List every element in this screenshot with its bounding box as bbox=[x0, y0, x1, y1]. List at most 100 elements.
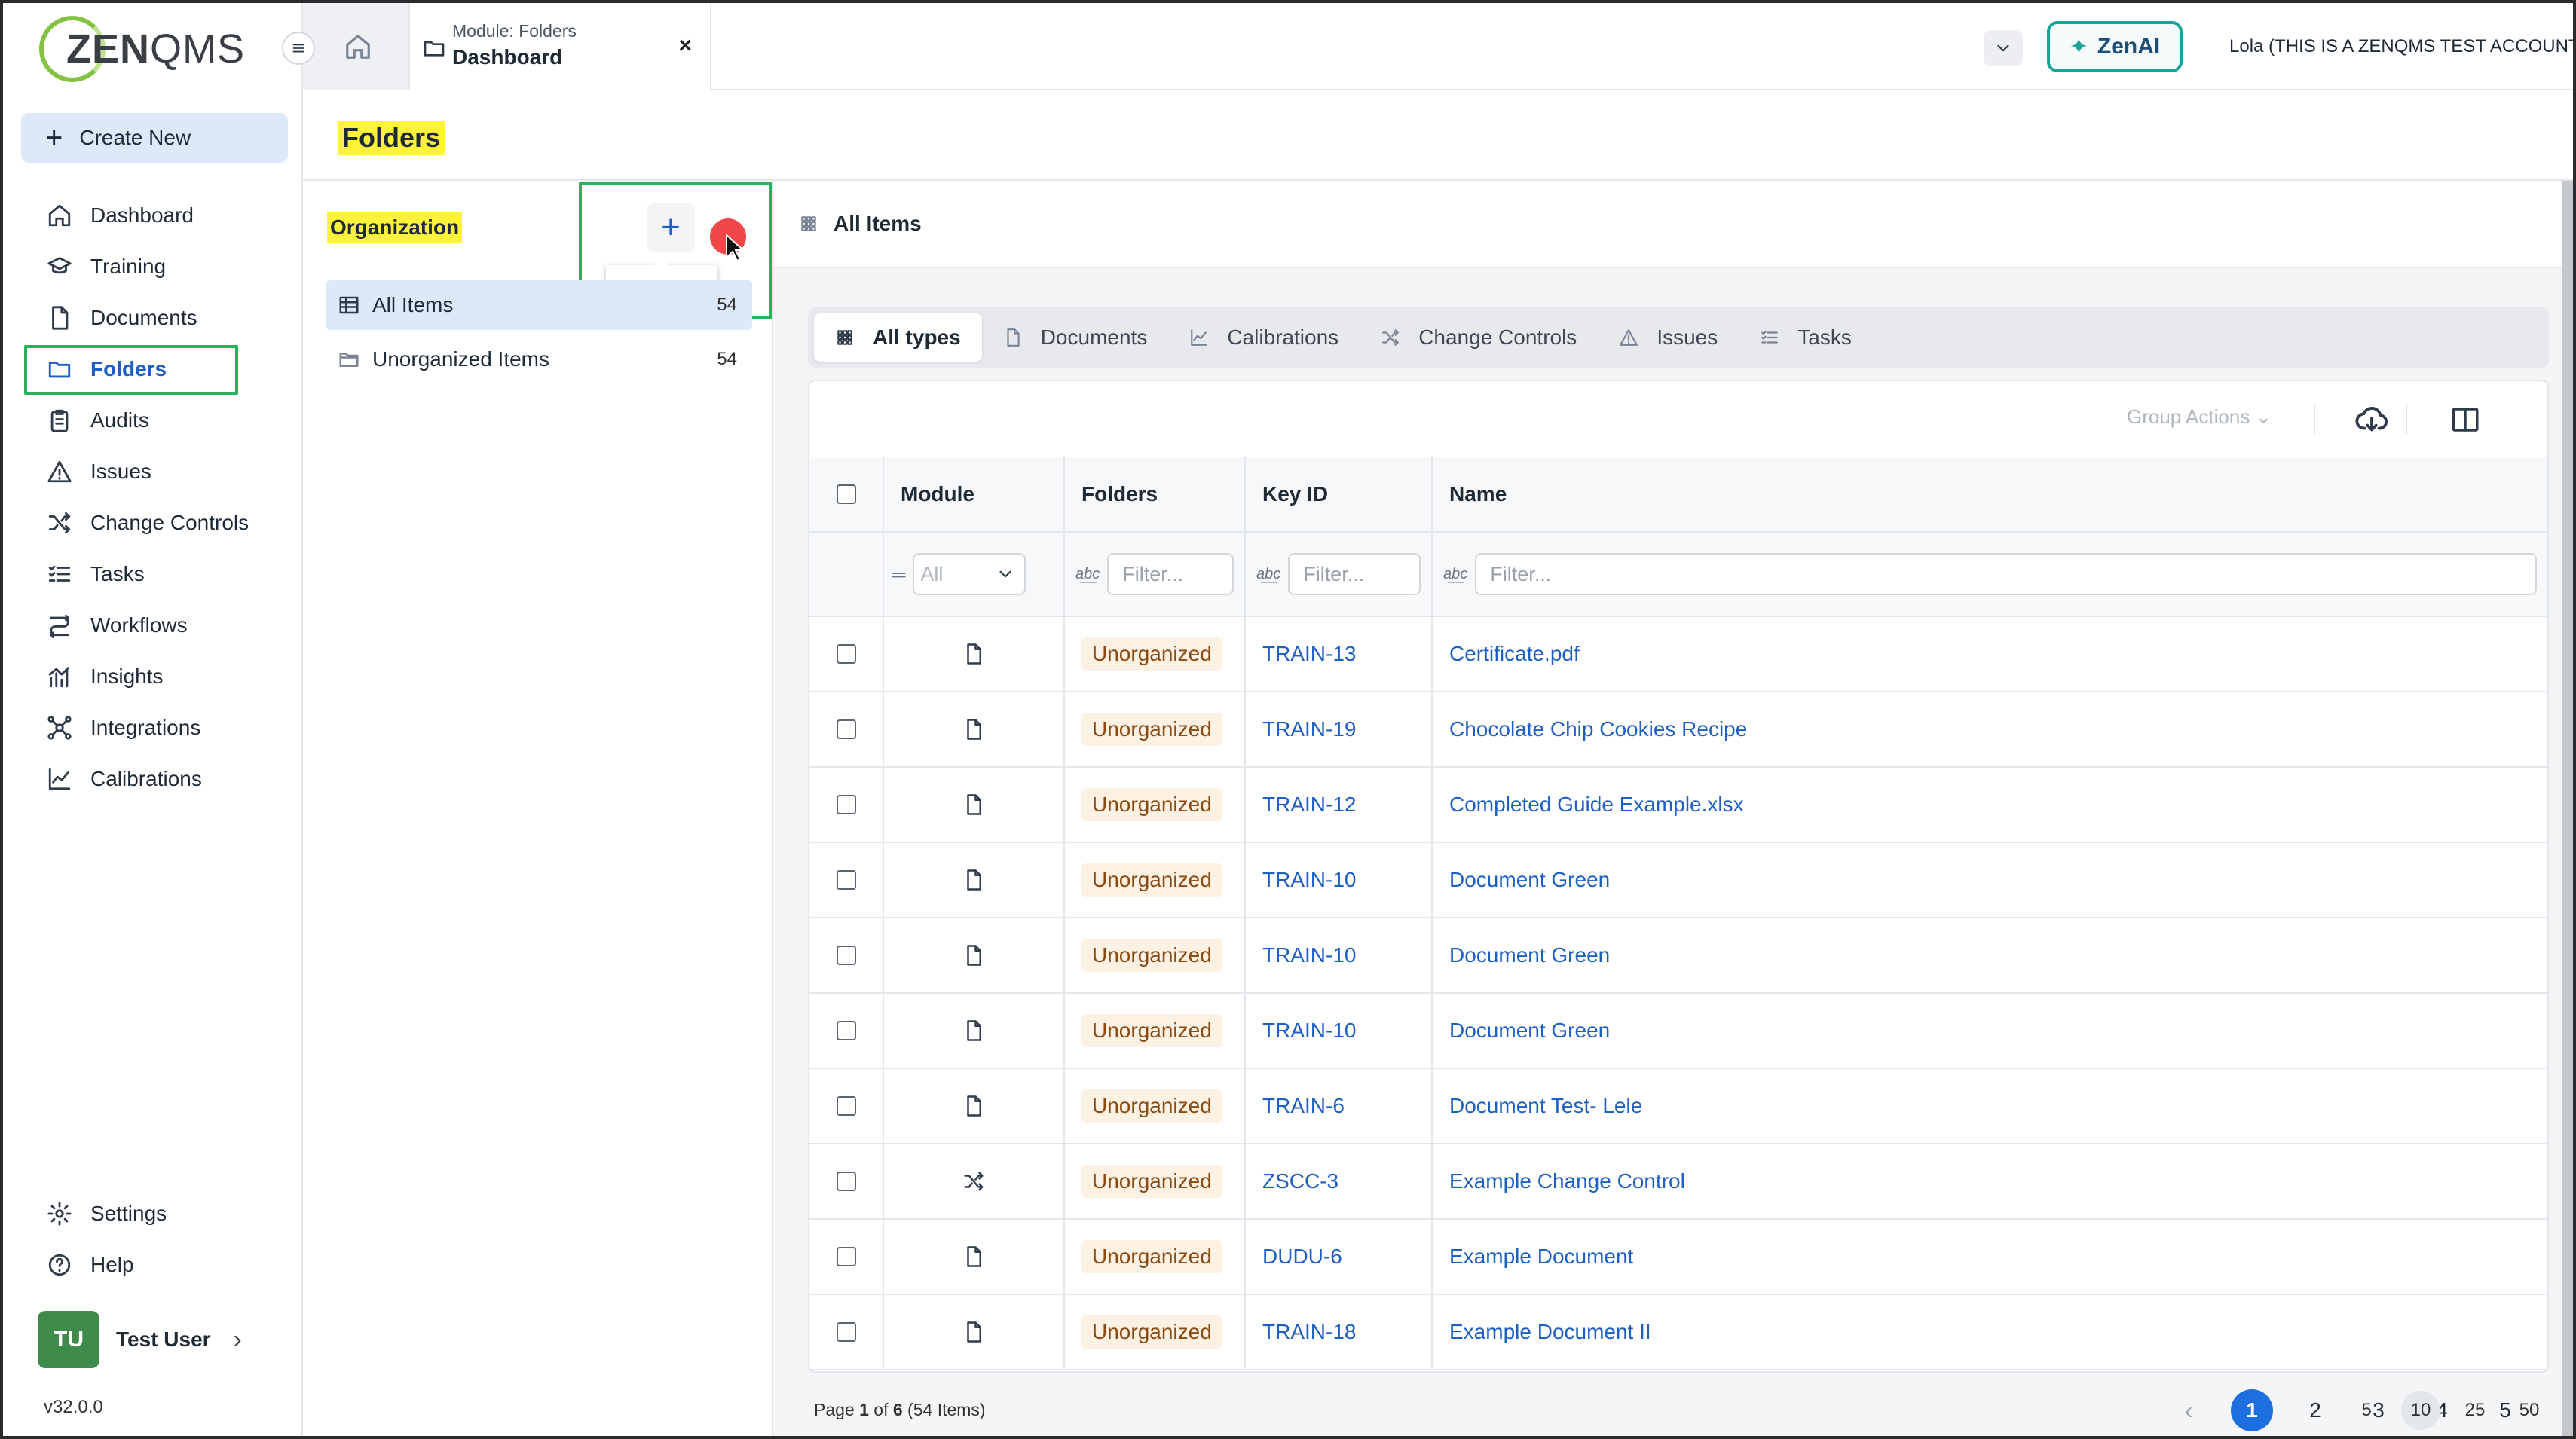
folders-filter-input[interactable]: Filter... bbox=[1107, 553, 1234, 595]
row-checkbox[interactable] bbox=[836, 1322, 856, 1342]
key-id-link[interactable]: TRAIN-19 bbox=[1262, 717, 1356, 741]
sidebar-toggle-button[interactable] bbox=[282, 32, 315, 65]
column-header-name[interactable]: Name bbox=[1432, 457, 2547, 533]
home-tab[interactable] bbox=[314, 3, 402, 90]
table-row[interactable]: Unorganized TRAIN-19 Chocolate Chip Cookie… bbox=[809, 692, 2547, 768]
sidebar-item-calibrations[interactable]: Calibrations bbox=[21, 753, 292, 805]
row-checkbox[interactable] bbox=[836, 1172, 856, 1191]
row-checkbox[interactable] bbox=[836, 795, 856, 814]
row-checkbox[interactable] bbox=[836, 870, 856, 890]
table-row[interactable]: Unorganized TRAIN-18 Example Document II bbox=[809, 1294, 2547, 1370]
sidebar-item-training[interactable]: Training bbox=[21, 241, 292, 292]
page-size-selector: 5 10 25 50 bbox=[2332, 1391, 2549, 1430]
key-id-link[interactable]: TRAIN-10 bbox=[1262, 943, 1356, 967]
key-id-link[interactable]: TRAIN-13 bbox=[1262, 642, 1356, 665]
item-name-link[interactable]: Document Green bbox=[1449, 868, 1610, 891]
user-menu[interactable]: TU Test User › bbox=[38, 1311, 242, 1368]
sidebar-item-issues[interactable]: Issues bbox=[21, 446, 292, 497]
cloud-download-icon[interactable] bbox=[2354, 402, 2389, 437]
sidebar-item-documents[interactable]: Documents bbox=[21, 292, 292, 344]
table-row[interactable]: Unorganized TRAIN-10 Document Green bbox=[809, 918, 2547, 994]
pagination-info-mid: of bbox=[868, 1400, 893, 1419]
item-name-link[interactable]: Example Document bbox=[1449, 1245, 1633, 1268]
tab-issues[interactable]: Issues bbox=[1598, 313, 1739, 362]
organization-heading: Organization bbox=[327, 212, 463, 243]
zenai-button[interactable]: ✦ ZenAI bbox=[2047, 21, 2183, 72]
key-id-link[interactable]: TRAIN-10 bbox=[1262, 868, 1356, 891]
table-row[interactable]: Unorganized TRAIN-6 Document Test- Lele bbox=[809, 1068, 2547, 1144]
sidebar-item-dashboard[interactable]: Dashboard bbox=[21, 190, 292, 241]
close-icon[interactable]: × bbox=[678, 33, 692, 59]
page-size-50[interactable]: 50 bbox=[2510, 1391, 2549, 1430]
row-checkbox[interactable] bbox=[836, 644, 856, 664]
page-size-10[interactable]: 10 bbox=[2401, 1391, 2440, 1430]
sidebar-item-audits[interactable]: Audits bbox=[21, 395, 292, 446]
tab-calibrations[interactable]: Calibrations bbox=[1168, 313, 1360, 362]
column-header-module[interactable]: Module bbox=[883, 457, 1065, 533]
sidebar-item-tasks[interactable]: Tasks bbox=[21, 548, 292, 600]
item-name-link[interactable]: Certificate.pdf bbox=[1449, 642, 1580, 665]
column-header-key-id[interactable]: Key ID bbox=[1245, 457, 1433, 533]
page-button-1[interactable]: 1 bbox=[2231, 1389, 2273, 1431]
item-name-link[interactable]: Example Document II bbox=[1449, 1320, 1651, 1343]
sidebar-item-integrations[interactable]: Integrations bbox=[21, 702, 292, 753]
tab-documents[interactable]: Documents bbox=[982, 313, 1169, 362]
key-id-filter-input[interactable]: Filter... bbox=[1288, 553, 1421, 595]
sidebar-item-workflows[interactable]: Workflows bbox=[21, 600, 292, 651]
row-checkbox[interactable] bbox=[836, 1096, 856, 1116]
page-size-5[interactable]: 5 bbox=[2347, 1391, 2386, 1430]
tab-tasks[interactable]: Tasks bbox=[1739, 313, 1873, 362]
item-name-link[interactable]: Document Green bbox=[1449, 943, 1610, 967]
table-row[interactable]: Unorganized ZSCC-3 Example Change Control bbox=[809, 1144, 2547, 1220]
pagination-info: Page 1 of 6 (54 Items) bbox=[814, 1400, 986, 1420]
row-checkbox[interactable] bbox=[836, 1021, 856, 1040]
item-name-link[interactable]: Document Test- Lele bbox=[1449, 1094, 1642, 1117]
create-new-button[interactable]: + Create New bbox=[21, 113, 288, 163]
prev-page-button[interactable]: ‹ bbox=[2168, 1389, 2210, 1431]
table-row[interactable]: Unorganized TRAIN-10 Document Green bbox=[809, 842, 2547, 918]
key-id-link[interactable]: TRAIN-18 bbox=[1262, 1320, 1356, 1343]
name-filter-input[interactable]: Filter... bbox=[1475, 553, 2537, 595]
document-icon bbox=[967, 1020, 981, 1041]
group-actions-dropdown[interactable]: Group Actions ⌄ bbox=[2127, 405, 2272, 429]
folder-item-label: Unorganized Items bbox=[372, 347, 550, 371]
item-name-link[interactable]: Example Change Control bbox=[1449, 1169, 1685, 1193]
tab-all-types[interactable]: All types bbox=[814, 313, 982, 362]
row-checkbox[interactable] bbox=[836, 720, 856, 739]
zenqms-logo[interactable]: ZENQMS bbox=[39, 15, 245, 83]
folder-cell: Unorganized bbox=[1064, 692, 1246, 768]
page-size-25[interactable]: 25 bbox=[2455, 1391, 2495, 1430]
sidebar-item-insights[interactable]: Insights bbox=[21, 651, 292, 702]
sidebar-item-settings[interactable]: Settings bbox=[21, 1188, 292, 1239]
key-id-link[interactable]: ZSCC-3 bbox=[1262, 1169, 1338, 1193]
item-name-link[interactable]: Completed Guide Example.xlsx bbox=[1449, 793, 1744, 816]
key-id-link[interactable]: TRAIN-6 bbox=[1262, 1094, 1345, 1117]
select-all-checkbox[interactable] bbox=[836, 484, 856, 504]
tabs-dropdown-button[interactable] bbox=[1984, 30, 2023, 66]
table-row[interactable]: Unorganized TRAIN-12 Completed Guide Examp… bbox=[809, 767, 2547, 843]
folder-item-unorganized[interactable]: Unorganized Items 54 bbox=[326, 335, 752, 384]
chevron-down-icon bbox=[1997, 44, 2009, 52]
key-id-link[interactable]: TRAIN-10 bbox=[1262, 1019, 1356, 1042]
key-id-link[interactable]: DUDU-6 bbox=[1262, 1245, 1342, 1268]
module-filter-select[interactable]: All bbox=[913, 553, 1026, 595]
item-name-link[interactable]: Document Green bbox=[1449, 1019, 1610, 1042]
table-row[interactable]: Unorganized TRAIN-13 Certificate.pdf bbox=[809, 616, 2547, 692]
tab-change-controls[interactable]: Change Controls bbox=[1360, 313, 1598, 362]
row-checkbox[interactable] bbox=[836, 946, 856, 965]
folder-item-all-items[interactable]: All Items 54 bbox=[326, 280, 752, 330]
tab-folders-dashboard[interactable]: Module: Folders Dashboard × bbox=[408, 3, 711, 90]
table-row[interactable]: Unorganized TRAIN-10 Document Green bbox=[809, 993, 2547, 1069]
account-name[interactable]: Lola (THIS IS A ZENQMS TEST ACCOUNT) bbox=[2229, 36, 2576, 57]
scrollbar[interactable] bbox=[2562, 181, 2573, 1436]
row-checkbox[interactable] bbox=[836, 1247, 856, 1266]
key-id-link[interactable]: TRAIN-12 bbox=[1262, 793, 1356, 816]
columns-icon[interactable] bbox=[2449, 404, 2481, 435]
table-row[interactable]: Unorganized DUDU-6 Example Document bbox=[809, 1219, 2547, 1295]
page-button-2[interactable]: 2 bbox=[2294, 1389, 2336, 1431]
sidebar-item-change-controls[interactable]: Change Controls bbox=[21, 497, 292, 548]
sidebar-item-help[interactable]: Help bbox=[21, 1239, 292, 1291]
item-name-link[interactable]: Chocolate Chip Cookies Recipe bbox=[1449, 717, 1747, 741]
column-header-folders[interactable]: Folders bbox=[1064, 457, 1246, 533]
text-filter-icon: a͟b͟c bbox=[1075, 565, 1100, 582]
